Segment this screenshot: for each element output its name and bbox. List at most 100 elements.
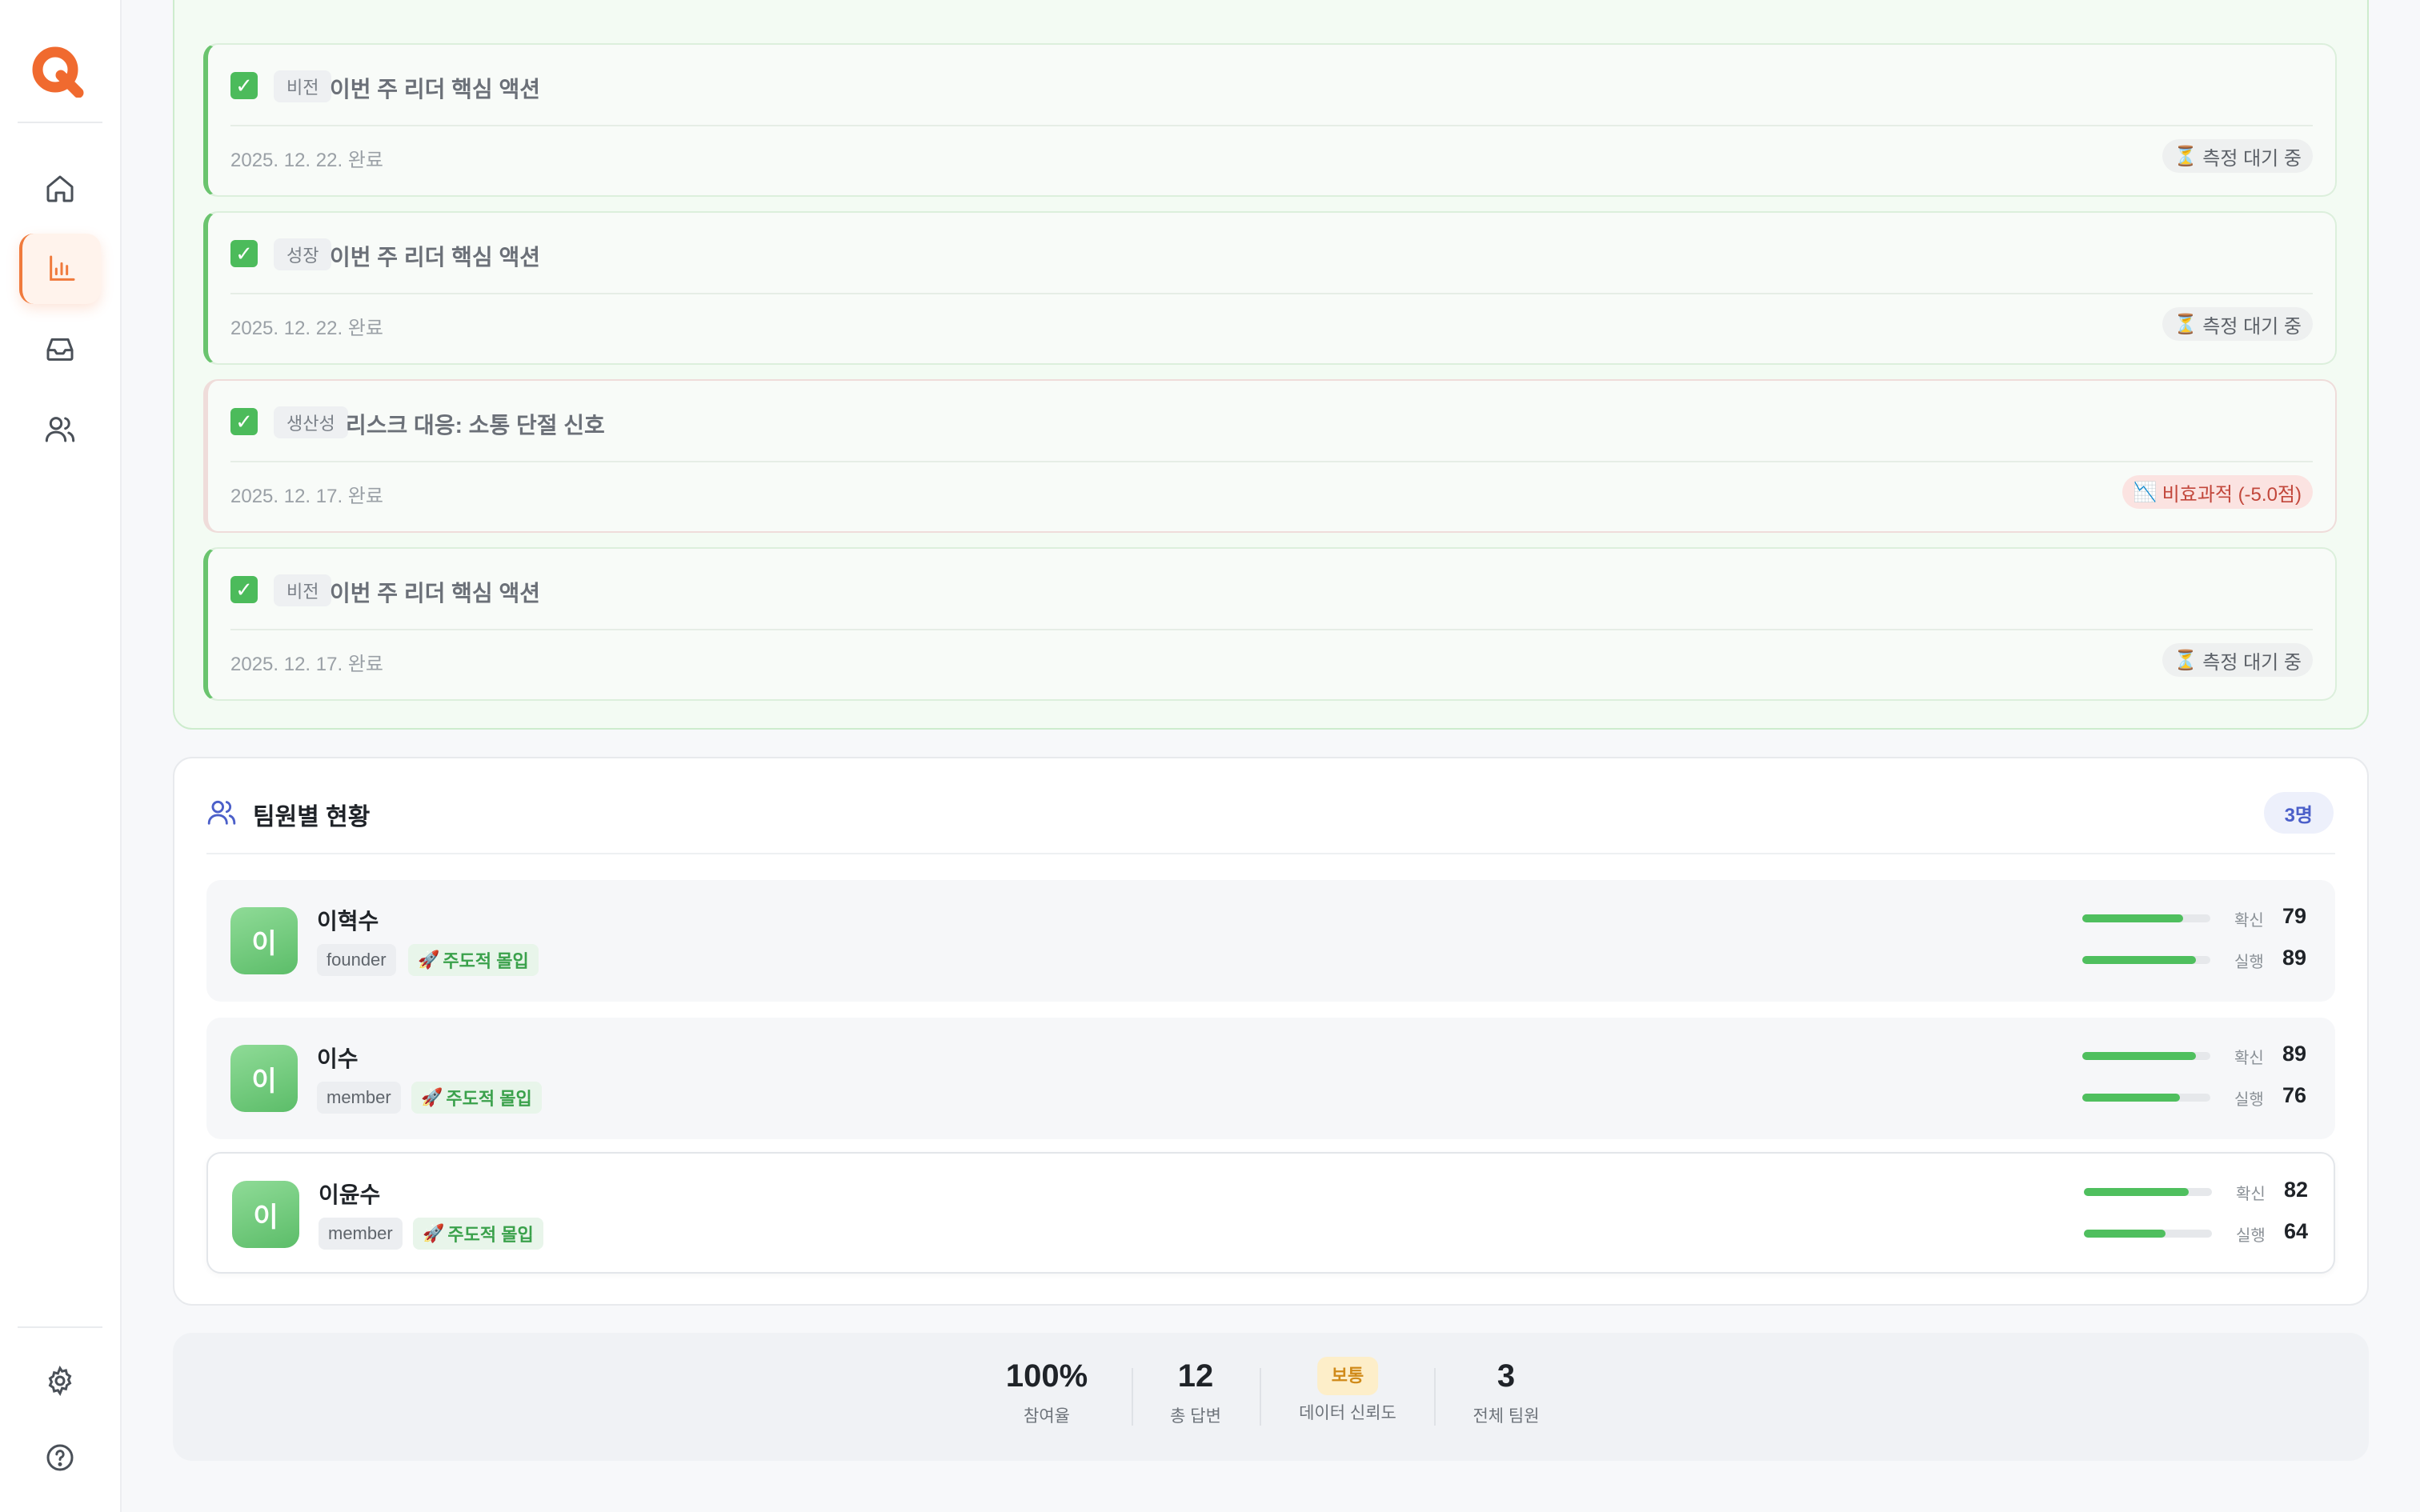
metric-value: 89 — [2282, 1042, 2307, 1066]
progress-fill — [2084, 1188, 2190, 1196]
action-date: 2025. 12. 17. 완료 — [230, 486, 383, 507]
home-icon — [46, 175, 74, 202]
action-status-badge: ⏳ 측정 대기 중 — [2162, 139, 2313, 173]
member-count-badge: 3명 — [2263, 792, 2334, 834]
execution-metric: 실행 89 — [2082, 946, 2322, 973]
progress-fill — [2082, 1052, 2197, 1060]
sidebar-item-home[interactable] — [19, 154, 101, 224]
avatar: 이 — [230, 907, 298, 974]
progress-track — [2084, 1188, 2212, 1196]
action-card[interactable]: ✓ 성장 이번 주 리더 핵심 액션 2025. 12. 22. 완료 ⏳ 측정… — [203, 211, 2337, 365]
bar-chart-icon — [50, 255, 75, 281]
sidebar-item-settings[interactable] — [19, 1346, 101, 1416]
users-icon — [45, 417, 75, 442]
stat-answers: 12 총 답변 — [1170, 1357, 1221, 1427]
completed-actions-panel: ✓ 비전 이번 주 리더 핵심 액션 2025. 12. 22. 완료 ⏳ 측정… — [173, 0, 2369, 730]
inbox-icon — [46, 338, 74, 361]
app-logo[interactable] — [29, 45, 86, 98]
sidebar-item-help[interactable] — [19, 1422, 101, 1493]
action-card[interactable]: ✓ 생산성 리스크 대응: 소통 단절 신호 2025. 12. 17. 완료 … — [203, 379, 2337, 533]
progress-track — [2082, 956, 2210, 964]
summary-stats: 100% 참여율 12 총 답변 보통 데이터 신뢰도 3 전체 팀원 — [173, 1333, 2369, 1461]
action-card[interactable]: ✓ 비전 이번 주 리더 핵심 액션 2025. 12. 17. 완료 ⏳ 측정… — [203, 547, 2337, 701]
sidebar — [0, 0, 122, 1512]
action-status-label: 측정 대기 중 — [2202, 651, 2302, 674]
progress-fill — [2084, 1230, 2166, 1238]
member-status-label: 주도적 몰입 — [446, 1089, 532, 1109]
hourglass-icon: ⏳ — [2174, 313, 2198, 335]
gear-icon — [48, 1365, 72, 1397]
stat-reliability: 보통 데이터 신뢰도 — [1299, 1357, 1396, 1424]
action-date: 2025. 12. 22. 완료 — [230, 150, 383, 171]
stat-members: 3 전체 팀원 — [1472, 1357, 1539, 1427]
metric-label: 확신 — [2234, 1050, 2264, 1067]
action-status-badge: ⏳ 측정 대기 중 — [2162, 307, 2313, 341]
metric-label: 확신 — [2234, 912, 2264, 930]
action-title: 이번 주 리더 핵심 액션 — [330, 245, 540, 270]
member-role: member — [317, 1082, 401, 1114]
stat-value: 3 — [1496, 1358, 1516, 1394]
member-status-tag: 🚀 주도적 몰입 — [413, 1218, 543, 1250]
team-status-panel: 팀원별 현황 3명 이 이혁수 founder 🚀 주도적 몰입 확신 79 실… — [173, 757, 2369, 1306]
checkmark-icon: ✓ — [230, 72, 258, 99]
action-card[interactable]: ✓ 비전 이번 주 리더 핵심 액션 2025. 12. 22. 완료 ⏳ 측정… — [203, 43, 2337, 197]
action-date: 2025. 12. 17. 완료 — [230, 654, 383, 675]
hourglass-icon: ⏳ — [2174, 145, 2198, 167]
confidence-metric: 확신 89 — [2082, 1042, 2322, 1069]
sidebar-item-team[interactable] — [19, 394, 101, 464]
action-title: 리스크 대응: 소통 단절 신호 — [346, 413, 605, 438]
confidence-metric: 확신 82 — [2084, 1178, 2324, 1205]
execution-metric: 실행 64 — [2084, 1219, 2324, 1246]
metric-value: 76 — [2282, 1083, 2307, 1107]
action-category: 성장 — [274, 238, 332, 270]
metric-label: 실행 — [2234, 1091, 2264, 1109]
metric-value: 64 — [2284, 1219, 2309, 1243]
rocket-icon: 🚀 — [423, 1223, 445, 1243]
member-status-label: 주도적 몰입 — [443, 951, 529, 971]
sidebar-divider — [18, 1326, 102, 1328]
member-role: member — [319, 1218, 403, 1250]
metric-label: 실행 — [2236, 1227, 2266, 1245]
card-divider — [230, 293, 2313, 294]
checkmark-icon: ✓ — [230, 576, 258, 603]
stat-value: 100% — [1005, 1358, 1088, 1394]
chart-down-icon: 📉 — [2133, 481, 2158, 503]
member-status-tag: 🚀 주도적 몰입 — [408, 944, 539, 976]
progress-fill — [2082, 914, 2184, 922]
member-status-label: 주도적 몰입 — [447, 1225, 534, 1245]
checkmark-icon: ✓ — [230, 408, 258, 435]
action-title: 이번 주 리더 핵심 액션 — [330, 581, 540, 606]
action-category: 비전 — [274, 574, 332, 606]
action-status-badge: ⏳ 측정 대기 중 — [2162, 643, 2313, 677]
progress-track — [2082, 1094, 2210, 1102]
avatar: 이 — [230, 1045, 298, 1112]
users-icon — [207, 800, 236, 825]
stat-label: 데이터 신뢰도 — [1299, 1404, 1396, 1422]
metric-label: 실행 — [2234, 954, 2264, 971]
progress-track — [2084, 1230, 2212, 1238]
reliability-badge: 보통 — [1316, 1357, 1379, 1395]
stat-divider — [1132, 1368, 1133, 1426]
member-name: 이혁수 — [317, 909, 379, 934]
member-row[interactable]: 이 이윤수 member 🚀 주도적 몰입 확신 82 실행 64 — [206, 1152, 2335, 1274]
stat-divider — [1260, 1368, 1261, 1426]
member-role: founder — [317, 944, 396, 976]
progress-track — [2082, 914, 2210, 922]
action-status-badge: 📉 비효과적 (-5.0점) — [2122, 475, 2313, 509]
member-name: 이수 — [317, 1046, 359, 1071]
checkmark-icon: ✓ — [230, 240, 258, 267]
stat-participation: 100% 참여율 — [1006, 1357, 1088, 1427]
member-row[interactable]: 이 이혁수 founder 🚀 주도적 몰입 확신 79 실행 89 — [206, 880, 2335, 1002]
action-date: 2025. 12. 22. 완료 — [230, 318, 383, 339]
sidebar-item-inbox[interactable] — [19, 314, 101, 384]
stat-label: 참여율 — [1024, 1407, 1070, 1426]
rocket-icon: 🚀 — [418, 950, 440, 970]
sidebar-item-analytics[interactable] — [19, 234, 101, 304]
action-status-label: 비효과적 (-5.0점) — [2162, 483, 2302, 506]
progress-fill — [2082, 1094, 2180, 1102]
progress-track — [2082, 1052, 2210, 1060]
metric-value: 79 — [2282, 904, 2307, 928]
member-name: 이윤수 — [319, 1182, 381, 1207]
member-row[interactable]: 이 이수 member 🚀 주도적 몰입 확신 89 실행 76 — [206, 1018, 2335, 1139]
card-divider — [230, 461, 2313, 462]
